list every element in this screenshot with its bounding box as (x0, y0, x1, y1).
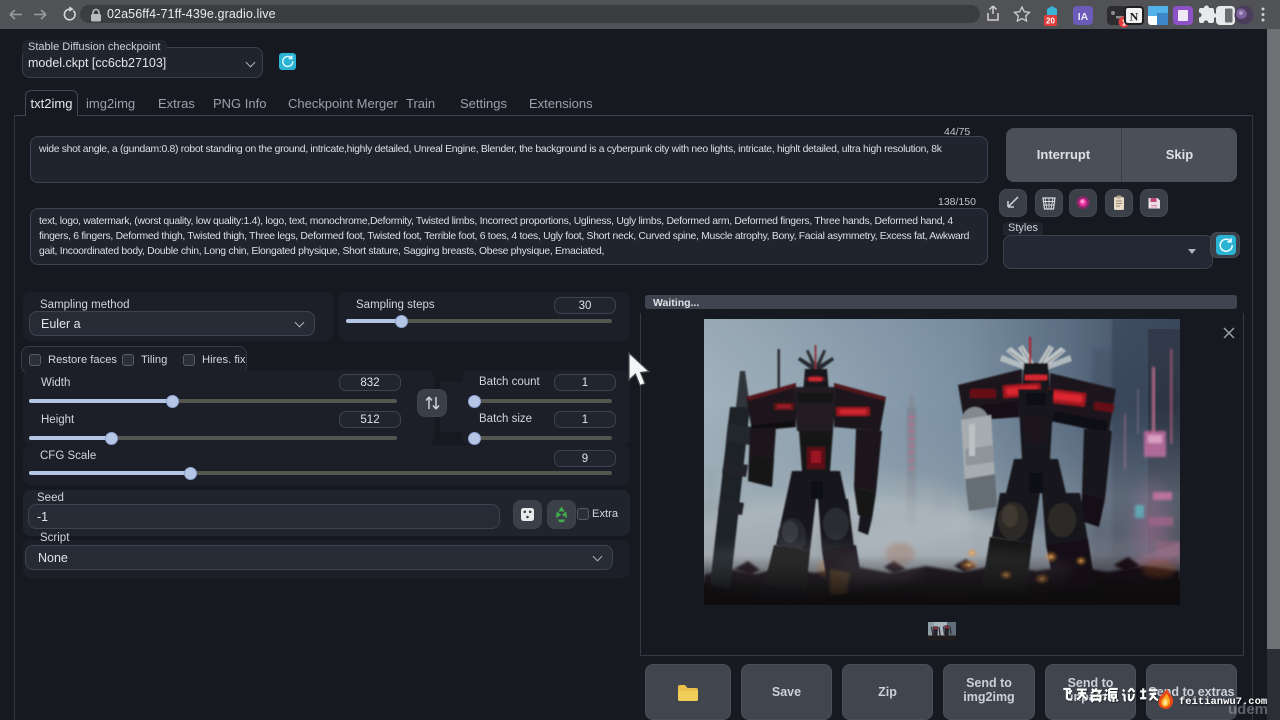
svg-text:N: N (1130, 10, 1139, 24)
svg-text:IA: IA (1078, 11, 1089, 23)
svg-text:20: 20 (1046, 17, 1055, 26)
svg-text:feitianwu7.com: feitianwu7.com (1179, 696, 1267, 708)
